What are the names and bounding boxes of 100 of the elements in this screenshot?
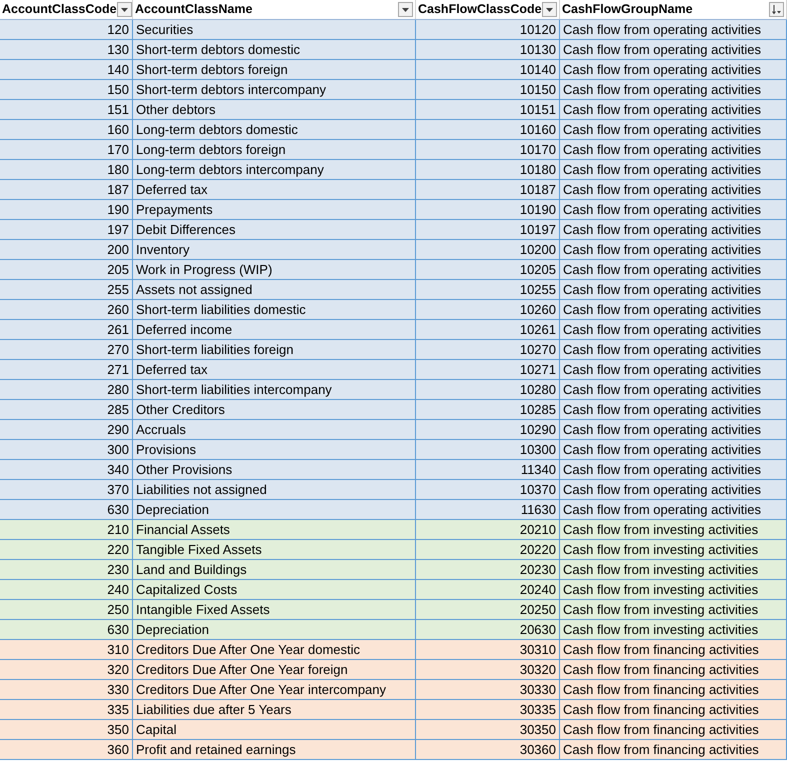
table-cell: 205 bbox=[0, 260, 133, 279]
table-cell: Cash flow from operating activities bbox=[560, 160, 787, 179]
table-cell: 350 bbox=[0, 720, 133, 739]
table-cell: Inventory bbox=[133, 240, 416, 259]
table-cell: Cash flow from operating activities bbox=[560, 440, 787, 459]
table-cell: Cash flow from operating activities bbox=[560, 40, 787, 59]
table-cell: Short-term liabilities domestic bbox=[133, 300, 416, 319]
table-cell: 140 bbox=[0, 60, 133, 79]
table-cell: 370 bbox=[0, 480, 133, 499]
table-cell: Cash flow from operating activities bbox=[560, 140, 787, 159]
dropdown-icon[interactable] bbox=[116, 2, 132, 17]
table-cell: 30310 bbox=[416, 640, 560, 659]
table-cell: Cash flow from operating activities bbox=[560, 400, 787, 419]
table-cell: Debit Differences bbox=[133, 220, 416, 239]
table-cell: 260 bbox=[0, 300, 133, 319]
table-cell: Cash flow from operating activities bbox=[560, 460, 787, 479]
table-cell: Cash flow from financing activities bbox=[560, 680, 787, 699]
table-cell: 20240 bbox=[416, 580, 560, 599]
table-cell: Long-term debtors foreign bbox=[133, 140, 416, 159]
table-cell: Cash flow from investing activities bbox=[560, 560, 787, 579]
table-cell: Cash flow from operating activities bbox=[560, 220, 787, 239]
table-cell: 10370 bbox=[416, 480, 560, 499]
table-cell: 10270 bbox=[416, 340, 560, 359]
table-cell: Capitalized Costs bbox=[133, 580, 416, 599]
table-cell: Liabilities not assigned bbox=[133, 480, 416, 499]
table-cell: Capital bbox=[133, 720, 416, 739]
table-cell: Cash flow from investing activities bbox=[560, 620, 787, 639]
table-cell: 10130 bbox=[416, 40, 560, 59]
table-cell: Short-term debtors domestic bbox=[133, 40, 416, 59]
table-cell: Long-term debtors domestic bbox=[133, 120, 416, 139]
table-cell: Cash flow from operating activities bbox=[560, 180, 787, 199]
table-cell: 270 bbox=[0, 340, 133, 359]
table-cell: Accruals bbox=[133, 420, 416, 439]
table-cell: Profit and retained earnings bbox=[133, 740, 416, 759]
table-cell: 300 bbox=[0, 440, 133, 459]
table-cell: Cash flow from operating activities bbox=[560, 340, 787, 359]
table-cell: 360 bbox=[0, 740, 133, 759]
table-cell: 10200 bbox=[416, 240, 560, 259]
table-cell: Cash flow from financing activities bbox=[560, 720, 787, 739]
table-cell: 335 bbox=[0, 700, 133, 719]
table-cell: Long-term debtors intercompany bbox=[133, 160, 416, 179]
table-cell: 630 bbox=[0, 500, 133, 519]
table-cell: 30320 bbox=[416, 660, 560, 679]
table-cell: Liabilities due after 5 Years bbox=[133, 700, 416, 719]
table-cell: Cash flow from operating activities bbox=[560, 320, 787, 339]
table-cell: 10160 bbox=[416, 120, 560, 139]
table-cell: 30335 bbox=[416, 700, 560, 719]
table-cell: Assets not assigned bbox=[133, 280, 416, 299]
column-header[interactable]: CashFlowGroupName bbox=[560, 0, 787, 19]
table-cell: 20210 bbox=[416, 520, 560, 539]
table-cell: Cash flow from investing activities bbox=[560, 520, 787, 539]
table-cell: Deferred tax bbox=[133, 360, 416, 379]
table-cell: Land and Buildings bbox=[133, 560, 416, 579]
column-header[interactable]: AccountClassCode bbox=[0, 0, 133, 19]
table-cell: 290 bbox=[0, 420, 133, 439]
table-cell: 30360 bbox=[416, 740, 560, 759]
table-cell: Depreciation bbox=[133, 500, 416, 519]
table-cell: 271 bbox=[0, 360, 133, 379]
table-cell: 250 bbox=[0, 600, 133, 619]
table-cell: Tangible Fixed Assets bbox=[133, 540, 416, 559]
table-cell: Cash flow from operating activities bbox=[560, 20, 787, 39]
table-cell: 10120 bbox=[416, 20, 560, 39]
table-cell: 280 bbox=[0, 380, 133, 399]
table-cell: Cash flow from investing activities bbox=[560, 600, 787, 619]
table-cell: 310 bbox=[0, 640, 133, 659]
table-cell: 261 bbox=[0, 320, 133, 339]
table-cell: 120 bbox=[0, 20, 133, 39]
table-cell: 20250 bbox=[416, 600, 560, 619]
table-cell: Creditors Due After One Year intercompany bbox=[133, 680, 416, 699]
table-cell: 130 bbox=[0, 40, 133, 59]
column-header[interactable]: AccountClassName bbox=[133, 0, 416, 19]
table-cell: Cash flow from operating activities bbox=[560, 300, 787, 319]
table-cell: Deferred tax bbox=[133, 180, 416, 199]
table-cell: Prepayments bbox=[133, 200, 416, 219]
table-cell: Cash flow from operating activities bbox=[560, 260, 787, 279]
table-cell: 330 bbox=[0, 680, 133, 699]
column-header[interactable]: CashFlowClassCode bbox=[416, 0, 560, 19]
table-cell: 285 bbox=[0, 400, 133, 419]
table-cell: 30330 bbox=[416, 680, 560, 699]
table-cell: 255 bbox=[0, 280, 133, 299]
table-cell: Financial Assets bbox=[133, 520, 416, 539]
table-cell: Creditors Due After One Year foreign bbox=[133, 660, 416, 679]
dropdown-icon[interactable] bbox=[398, 2, 413, 17]
dropdown-icon[interactable] bbox=[542, 2, 557, 17]
table-cell: Short-term liabilities foreign bbox=[133, 340, 416, 359]
table-cell: Short-term debtors intercompany bbox=[133, 80, 416, 99]
table-cell: 10290 bbox=[416, 420, 560, 439]
table-cell: 320 bbox=[0, 660, 133, 679]
table-cell: Work in Progress (WIP) bbox=[133, 260, 416, 279]
sort-descending-icon[interactable] bbox=[769, 2, 784, 17]
table-cell: Cash flow from operating activities bbox=[560, 480, 787, 499]
table-cell: Cash flow from financing activities bbox=[560, 660, 787, 679]
table-cell: 151 bbox=[0, 100, 133, 119]
table-cell: 10255 bbox=[416, 280, 560, 299]
table-cell: 190 bbox=[0, 200, 133, 219]
table-cell: Cash flow from operating activities bbox=[560, 100, 787, 119]
table-cell: Other debtors bbox=[133, 100, 416, 119]
table-cell: 10151 bbox=[416, 100, 560, 119]
table-cell: 10285 bbox=[416, 400, 560, 419]
table-cell: Cash flow from operating activities bbox=[560, 120, 787, 139]
